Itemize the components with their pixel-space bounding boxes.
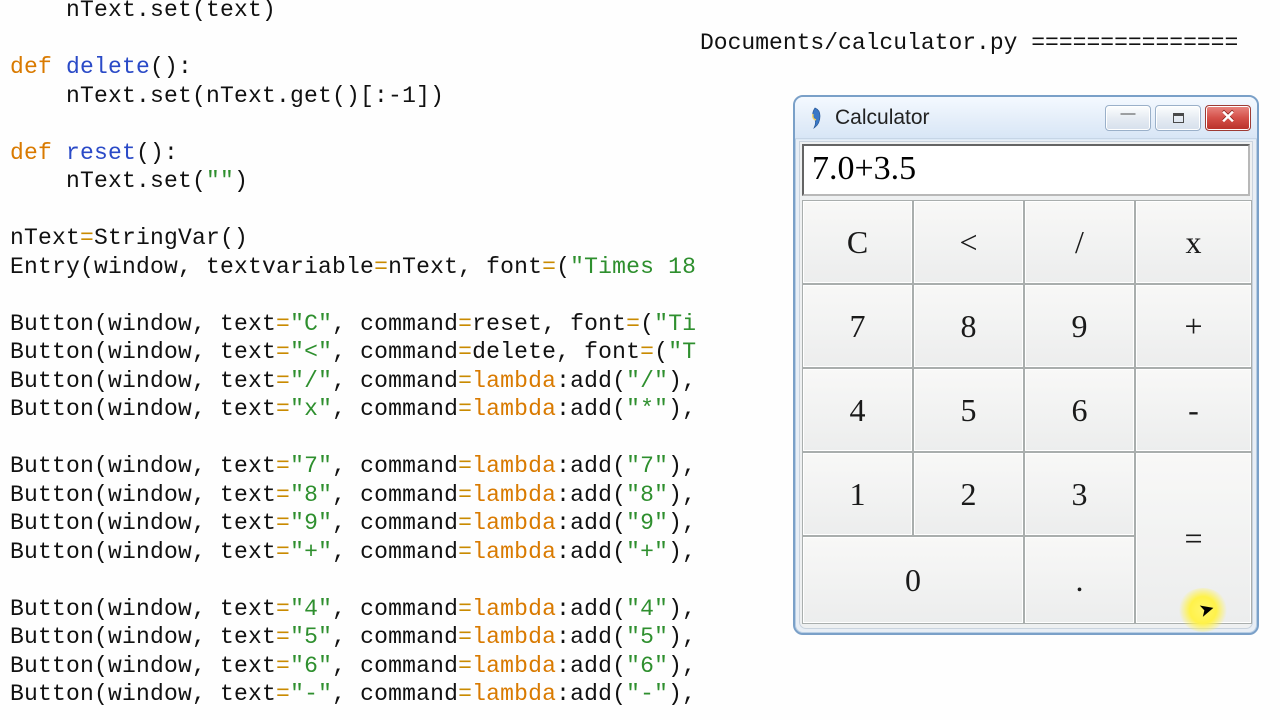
app-icon — [805, 105, 825, 131]
code-editor[interactable]: nText.set(text) def delete(): nText.set(… — [10, 0, 720, 709]
close-icon: ✕ — [1220, 107, 1235, 128]
minimize-icon: — — [1121, 105, 1136, 122]
shell-output-line: Documents/calculator.py =============== — [700, 30, 1238, 56]
maximize-button[interactable] — [1155, 105, 1201, 131]
btn-4[interactable]: 4 — [802, 368, 913, 452]
btn-back[interactable]: < — [913, 200, 1024, 284]
btn-6[interactable]: 6 — [1024, 368, 1135, 452]
btn-minus[interactable]: - — [1135, 368, 1252, 452]
close-button[interactable]: ✕ — [1205, 105, 1251, 131]
display-field[interactable]: 7.0+3.5 — [802, 144, 1250, 196]
btn-plus[interactable]: + — [1135, 284, 1252, 368]
btn-7[interactable]: 7 — [802, 284, 913, 368]
btn-multiply[interactable]: x — [1135, 200, 1252, 284]
btn-clear[interactable]: C — [802, 200, 913, 284]
btn-divide[interactable]: / — [1024, 200, 1135, 284]
btn-0[interactable]: 0 — [802, 536, 1024, 624]
btn-dot[interactable]: . — [1024, 536, 1135, 624]
calculator-client: 7.0+3.5 C < / x 7 8 9 + 4 5 6 - 1 2 — [799, 141, 1253, 629]
btn-8[interactable]: 8 — [913, 284, 1024, 368]
btn-5[interactable]: 5 — [913, 368, 1024, 452]
btn-9[interactable]: 9 — [1024, 284, 1135, 368]
maximize-icon — [1173, 113, 1184, 123]
titlebar[interactable]: Calculator — ✕ — [795, 97, 1257, 139]
btn-3[interactable]: 3 — [1024, 452, 1135, 536]
window-title: Calculator — [835, 106, 1105, 130]
button-grid: C < / x 7 8 9 + 4 5 6 - 1 2 3 = — [802, 200, 1250, 626]
btn-equals[interactable]: = — [1135, 452, 1252, 624]
btn-1[interactable]: 1 — [802, 452, 913, 536]
minimize-button[interactable]: — — [1105, 105, 1151, 131]
calculator-window: Calculator — ✕ 7.0+3.5 C < / x 7 8 9 + — [793, 95, 1259, 635]
btn-2[interactable]: 2 — [913, 452, 1024, 536]
